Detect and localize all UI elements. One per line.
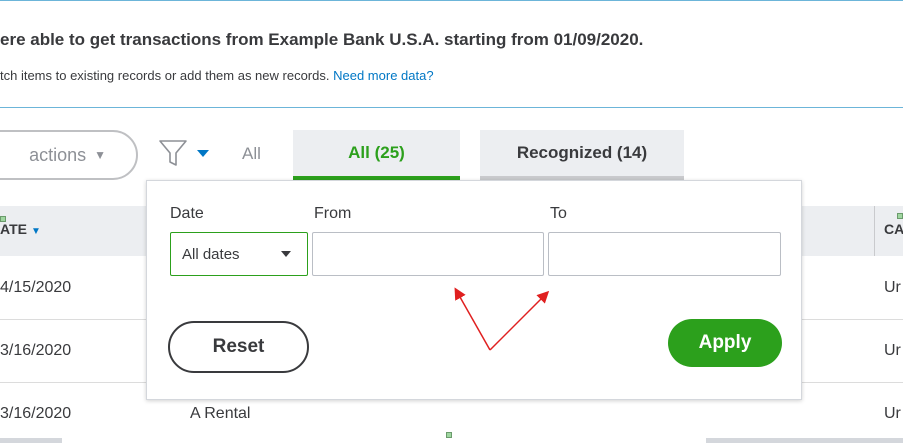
divider — [0, 107, 903, 108]
chevron-down-icon: ▼ — [94, 148, 106, 162]
page-heading: ere able to get transactions from Exampl… — [0, 30, 644, 49]
filter-dropdown-caret-icon[interactable] — [197, 150, 209, 157]
date-range-select[interactable]: All dates — [170, 232, 308, 276]
table-row-date: 3/16/2020 — [0, 405, 72, 422]
date-range-select-value: All dates — [182, 245, 240, 263]
filter-icon[interactable] — [158, 138, 188, 168]
scroll-area — [706, 438, 903, 443]
column-header-date-label: ATE — [0, 221, 27, 237]
date-label: Date — [170, 205, 204, 222]
reset-button[interactable]: Reset — [168, 321, 309, 373]
from-date-input[interactable] — [312, 232, 544, 276]
column-separator — [874, 206, 875, 256]
all-filter-link[interactable]: All — [242, 144, 261, 164]
banner-subtext-text: tch items to existing records or add the… — [0, 68, 330, 83]
table-row-description: A Rental — [190, 405, 251, 422]
from-label: From — [314, 205, 352, 222]
table-row-date: 3/16/2020 — [0, 342, 72, 359]
batch-actions-label: actions — [29, 144, 87, 165]
to-label: To — [550, 205, 567, 222]
column-header-category[interactable]: CA — [884, 221, 903, 237]
need-more-data-link[interactable]: Need more data? — [333, 68, 433, 83]
to-date-input[interactable] — [548, 232, 781, 276]
banner-subtext: tch items to existing records or add the… — [0, 68, 434, 83]
table-row-category: Ur — [884, 279, 901, 296]
apply-button[interactable]: Apply — [668, 319, 782, 367]
column-resize-handle[interactable] — [0, 216, 6, 222]
date-filter-popup: Date From To All dates Reset Apply — [146, 180, 802, 400]
column-header-date[interactable]: ATE ▼ — [0, 221, 41, 237]
scroll-area — [0, 438, 62, 443]
column-resize-handle[interactable] — [897, 213, 903, 219]
tab-all[interactable]: All (25) — [293, 130, 460, 180]
table-row-category: Ur — [884, 405, 901, 422]
table-row-category: Ur — [884, 342, 901, 359]
chevron-down-icon — [281, 251, 291, 257]
top-border — [0, 0, 903, 3]
resize-handle[interactable] — [446, 432, 452, 438]
sort-caret-icon: ▼ — [30, 226, 41, 237]
batch-actions-button[interactable]: actions ▼ — [0, 130, 138, 180]
table-row-date: 4/15/2020 — [0, 279, 72, 296]
tab-recognized[interactable]: Recognized (14) — [480, 130, 684, 180]
